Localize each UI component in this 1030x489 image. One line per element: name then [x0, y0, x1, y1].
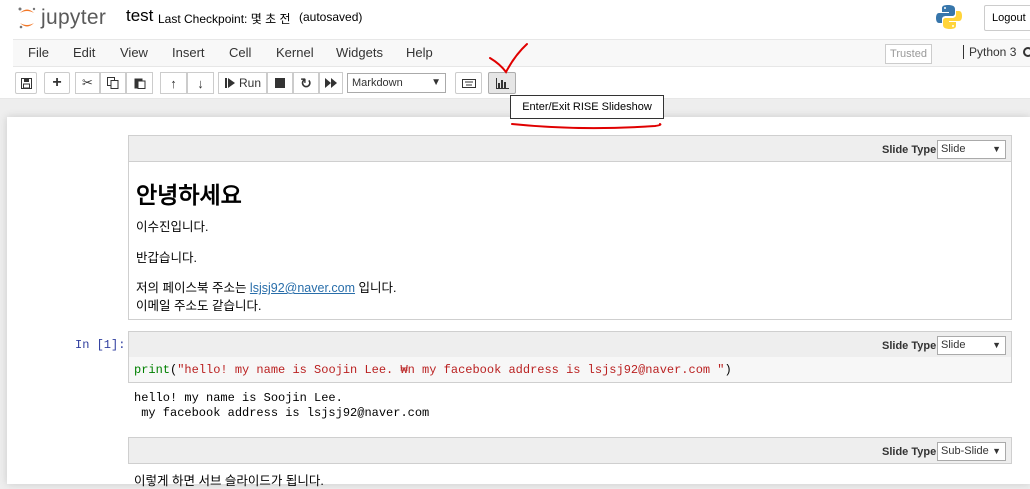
step-forward-icon — [225, 78, 235, 88]
notebook-name[interactable]: test — [126, 6, 153, 26]
slide-type-label: Slide Type — [882, 340, 937, 352]
code-paren: ) — [724, 363, 732, 377]
insert-cell-button[interactable]: + — [44, 72, 70, 94]
kernel-name: Python 3 — [963, 45, 1016, 59]
chevron-down-icon: ▼ — [992, 340, 1001, 350]
slide-type-select[interactable]: Sub-Slide ▼ — [937, 442, 1006, 461]
cell-paragraph: 이렇게 하면 서브 슬라이드가 됩니다. — [134, 474, 324, 488]
menu-view[interactable]: View — [120, 45, 148, 60]
code-editor[interactable]: print("hello! my name is Soojin Lee. ₩n … — [128, 357, 1012, 383]
arrow-up-icon: ↑ — [170, 75, 177, 91]
menu-edit[interactable]: Edit — [73, 45, 95, 60]
python-logo — [936, 5, 962, 29]
copy-icon — [107, 77, 119, 89]
code-string: "hello! my name is Soojin Lee. ₩n my fac… — [177, 363, 725, 377]
menubar: File Edit View Insert Cell Kernel Widget… — [13, 39, 1030, 67]
slide-type-value: Slide — [941, 339, 966, 351]
slide-type-label: Slide Type — [882, 446, 937, 458]
cell-toolbar: Slide Type Sub-Slide ▼ — [128, 437, 1012, 464]
plus-icon: + — [52, 74, 62, 91]
menu-widgets[interactable]: Widgets — [336, 45, 383, 60]
chevron-down-icon: ▼ — [992, 446, 1001, 456]
checkpoint-status: Last Checkpoint: 몇 초 전 — [158, 12, 291, 26]
restart-button[interactable]: ↻ — [293, 72, 319, 94]
slide-type-label: Slide Type — [882, 144, 937, 156]
rise-slideshow-button[interactable] — [488, 72, 516, 94]
rise-tooltip: Enter/Exit RISE Slideshow — [510, 95, 664, 119]
bar-chart-icon — [495, 77, 509, 89]
cell-heading: 안녕하세요 — [136, 182, 242, 208]
chevron-down-icon: ▼ — [992, 144, 1001, 154]
trusted-indicator[interactable]: Trusted — [885, 44, 932, 64]
paragraph-text: 저의 페이스북 주소는 — [136, 281, 250, 295]
keyboard-icon — [461, 78, 476, 88]
paste-button[interactable] — [126, 72, 153, 94]
markdown-cell[interactable]: 안녕하세요 이수진입니다. 반갑습니다. 저의 페이스북 주소는 lsjsj92… — [128, 161, 1012, 320]
autosave-status: (autosaved) — [299, 10, 363, 24]
cell-paragraph: 이수진입니다. — [136, 220, 209, 234]
move-down-button[interactable]: ↓ — [187, 72, 214, 94]
fast-forward-icon — [325, 78, 337, 88]
notebook-header: jupyter test Last Checkpoint: 몇 초 전 (aut… — [0, 0, 1030, 99]
jupyter-logo[interactable]: jupyter — [17, 4, 106, 32]
menu-file[interactable]: File — [28, 45, 49, 60]
save-icon — [20, 77, 32, 89]
menu-kernel[interactable]: Kernel — [276, 45, 314, 60]
run-label: Run — [239, 76, 262, 90]
menu-help[interactable]: Help — [406, 45, 433, 60]
paragraph-text: 입니다. — [355, 281, 397, 295]
save-button[interactable] — [15, 72, 37, 94]
cut-button[interactable]: ✂ — [75, 72, 100, 94]
move-up-button[interactable]: ↑ — [160, 72, 187, 94]
cell-paragraph: 반갑습니다. — [136, 251, 197, 265]
email-link[interactable]: lsjsj92@naver.com — [250, 281, 355, 295]
output-line: hello! my name is Soojin Lee. — [134, 391, 343, 405]
cell-paragraph: 이메일 주소도 같습니다. — [136, 299, 262, 313]
jupyter-logo-icon — [18, 7, 36, 29]
slide-type-value: Slide — [941, 143, 966, 155]
input-prompt: In [1]: — [75, 338, 126, 352]
arrow-down-icon: ↓ — [197, 75, 204, 91]
command-palette-button[interactable] — [455, 72, 482, 94]
logout-button[interactable]: Logout — [984, 5, 1030, 31]
restart-icon: ↻ — [300, 74, 312, 91]
cell-type-value: Markdown — [352, 77, 403, 89]
restart-run-all-button[interactable] — [319, 72, 343, 94]
cell-toolbar: Slide Type Slide ▼ — [128, 135, 1012, 162]
menu-cell[interactable]: Cell — [229, 45, 251, 60]
code-function: print — [134, 363, 171, 377]
cut-icon: ✂ — [82, 75, 93, 90]
slide-type-select[interactable]: Slide ▼ — [937, 140, 1006, 159]
output-line: my facebook address is lsjsj92@naver.com — [134, 406, 430, 420]
stop-icon — [275, 78, 285, 88]
run-button[interactable]: Run — [218, 72, 267, 94]
cell-paragraph: 저의 페이스북 주소는 lsjsj92@naver.com 입니다. — [136, 277, 396, 296]
copy-button[interactable] — [100, 72, 126, 94]
cell-toolbar: Slide Type Slide ▼ — [128, 331, 1012, 358]
kernel-status-icon — [1023, 47, 1030, 57]
chevron-down-icon: ▼ — [431, 77, 441, 88]
paste-icon — [134, 78, 145, 89]
cell-output: hello! my name is Soojin Lee. my faceboo… — [134, 391, 429, 421]
cell-type-select[interactable]: Markdown ▼ — [347, 73, 446, 93]
logo-text: jupyter — [41, 6, 107, 29]
interrupt-button[interactable] — [267, 72, 293, 94]
slide-type-value: Sub-Slide — [941, 445, 989, 457]
slide-type-select[interactable]: Slide ▼ — [937, 336, 1006, 355]
menu-insert[interactable]: Insert — [172, 45, 205, 60]
